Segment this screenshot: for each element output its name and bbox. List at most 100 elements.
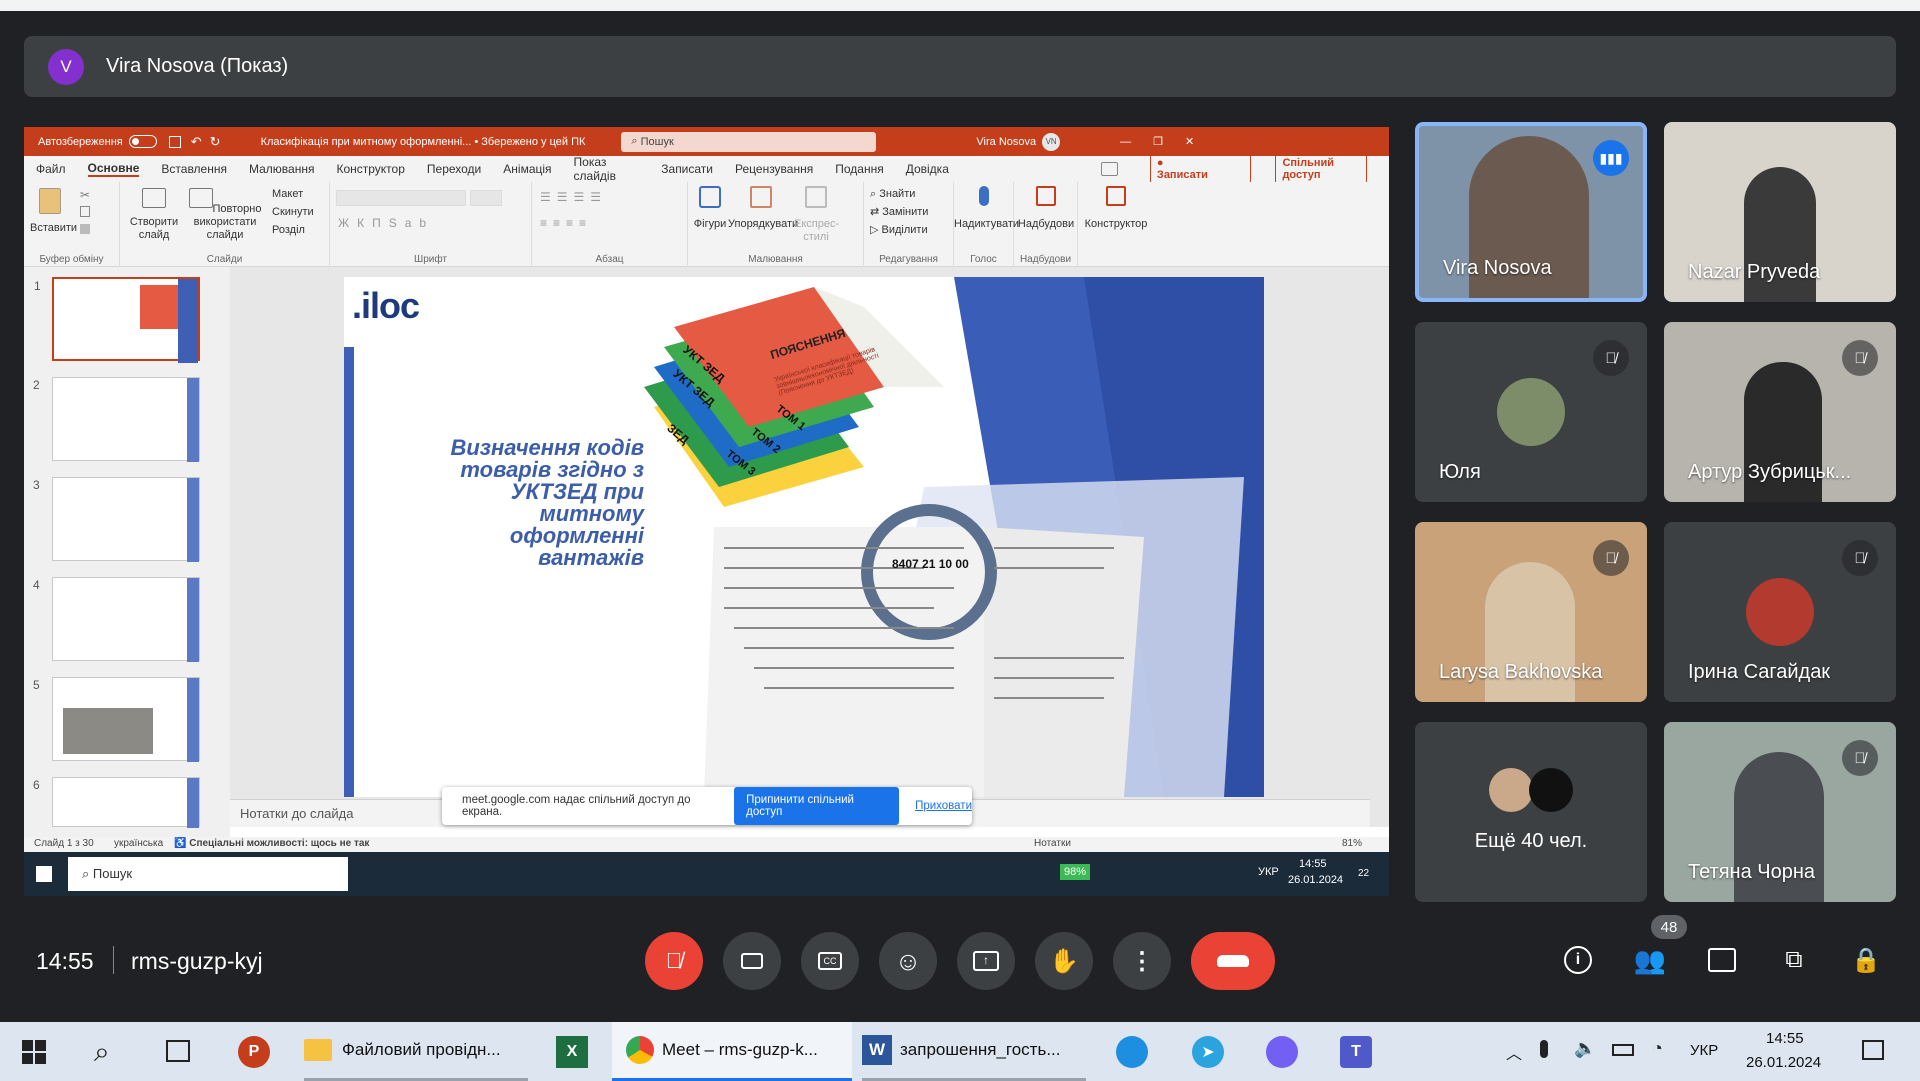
tile-vira-nosova[interactable]: ▮▮▮ Vira Nosova [1415, 122, 1647, 302]
powerpoint-taskbar-icon[interactable]: P [238, 1036, 270, 1068]
menu-help[interactable]: Довідка [906, 162, 949, 176]
dictate-button[interactable]: Надиктувати [954, 186, 1019, 231]
task-view-icon[interactable] [166, 1040, 190, 1062]
redo-icon[interactable]: ↻ [210, 134, 221, 150]
paste-button[interactable]: Вставити [30, 188, 77, 235]
record-button[interactable]: ● Записати [1149, 154, 1252, 184]
tray-wifi-icon[interactable]: ◔ [1652, 1038, 1663, 1059]
menu-draw[interactable]: Малювання [249, 162, 314, 176]
menu-slideshow[interactable]: Показ слайдів [574, 155, 640, 183]
format-painter-icon[interactable] [80, 224, 90, 234]
shapes-button[interactable]: Фігури [690, 186, 730, 231]
people-button[interactable]: 👥 [1630, 940, 1670, 980]
thumbnail-2[interactable]: 2 [33, 377, 200, 462]
reset-button[interactable]: Скинути [272, 206, 314, 219]
accessibility-status[interactable]: ♿ Спеціальні можливості: щось не так [174, 838, 369, 849]
inner-battery[interactable]: 98% [1060, 864, 1091, 880]
chat-button[interactable] [1702, 940, 1742, 980]
activities-button[interactable]: ⧉ [1774, 940, 1814, 980]
thumbnail-4[interactable]: 4 [33, 577, 200, 662]
close-icon[interactable]: ✕ [1185, 135, 1194, 148]
inner-lang[interactable]: УКР [1258, 866, 1279, 878]
inner-search-box[interactable]: ⌕ Пошук [68, 857, 348, 891]
action-center-icon[interactable] [1862, 1040, 1884, 1060]
host-controls-button[interactable]: 🔒 [1846, 940, 1886, 980]
autosave-toggle[interactable] [128, 135, 157, 148]
cut-icon[interactable]: ✂ [80, 188, 90, 202]
list-icons[interactable]: ☰☰☰☰ [540, 190, 607, 204]
menu-design[interactable]: Конструктор [336, 162, 404, 176]
zoom-level[interactable]: 81% [1342, 838, 1362, 849]
menu-review[interactable]: Рецензування [735, 162, 813, 176]
align-icons[interactable]: ≡≡≡≡ [540, 216, 592, 230]
undo-icon[interactable]: ↶ [191, 134, 202, 150]
font-format-row[interactable]: ЖКПSab [338, 216, 434, 230]
minimize-icon[interactable]: — [1120, 136, 1131, 148]
stop-sharing-button[interactable]: Припинити спільний доступ [734, 787, 900, 825]
edge-taskbar-icon[interactable] [1116, 1036, 1148, 1068]
thumbnail-6[interactable]: 6 [33, 777, 200, 828]
tile-artur[interactable]: 🎙̸ Артур Зубрицьк... [1664, 322, 1896, 502]
tile-tetiana[interactable]: 🎙̸ Тетяна Чорна [1664, 722, 1896, 902]
leave-call-button[interactable] [1191, 932, 1275, 990]
new-slide-button[interactable]: Створити слайд [126, 188, 182, 242]
language-status[interactable]: українська [114, 838, 163, 849]
find-button[interactable]: ⌕ Знайти [870, 188, 915, 201]
raise-hand-button[interactable]: ✋ [1035, 932, 1093, 990]
tile-more-participants[interactable]: Ещё 40 чел. [1415, 722, 1647, 902]
tile-nazar-pryveda[interactable]: Nazar Pryveda [1664, 122, 1896, 302]
current-slide[interactable]: .iloc Визначення кодів товарів згідно з УК… [344, 277, 1264, 797]
more-options-button[interactable]: ⋮ [1113, 932, 1171, 990]
addins-button[interactable]: Надбудови [1014, 186, 1078, 231]
thumbnail-1[interactable]: 1 [34, 277, 200, 363]
share-button[interactable]: Спільний доступ [1275, 154, 1367, 184]
tray-language[interactable]: УКР [1690, 1042, 1718, 1059]
tray-volume-icon[interactable]: 🔈 [1574, 1038, 1596, 1059]
select-button[interactable]: ▷ Виділити [870, 224, 928, 237]
quick-styles-button[interactable]: Експрес-стилі [794, 186, 839, 244]
restore-icon[interactable]: ❐ [1153, 135, 1163, 148]
inner-notifications[interactable]: 22 [1358, 868, 1369, 879]
tray-mic-icon[interactable] [1540, 1040, 1548, 1058]
thumbnail-5[interactable]: 5 [33, 677, 200, 762]
excel-taskbar-icon[interactable]: X [556, 1036, 588, 1068]
menu-view[interactable]: Подання [835, 162, 883, 176]
camera-toggle-button[interactable] [723, 932, 781, 990]
taskbar-word[interactable]: Wзапрошення_гость... [862, 1022, 1086, 1081]
designer-button[interactable]: Конструктор [1078, 186, 1154, 231]
section-button[interactable]: Розділ [272, 224, 305, 237]
telegram-taskbar-icon[interactable]: ➤ [1192, 1036, 1224, 1068]
ppt-search-box[interactable]: ⌕ Пошук [621, 131, 877, 152]
menu-transitions[interactable]: Переходи [427, 162, 481, 176]
taskbar-chrome-meet[interactable]: Meet – rms-guzp-k... [612, 1022, 852, 1081]
arrange-button[interactable]: Упорядкувати [728, 186, 798, 231]
search-icon[interactable]: ⌕ [94, 1036, 110, 1069]
viber-taskbar-icon[interactable] [1266, 1036, 1298, 1068]
tray-battery-icon[interactable] [1612, 1044, 1634, 1056]
replace-button[interactable]: ⇄ Замінити [870, 206, 928, 219]
captions-button[interactable]: CC [801, 932, 859, 990]
reactions-button[interactable]: ☺ [879, 932, 937, 990]
tile-iryna[interactable]: 🎙̸ Ірина Сагайдак [1664, 522, 1896, 702]
font-size-select[interactable] [470, 190, 502, 206]
font-family-select[interactable] [336, 190, 466, 206]
menu-file[interactable]: Файл [36, 162, 66, 176]
copy-icon[interactable] [80, 206, 90, 217]
hide-toast-link[interactable]: Приховати [915, 800, 972, 812]
teams-taskbar-icon[interactable]: T [1340, 1036, 1372, 1068]
start-icon[interactable] [22, 1040, 46, 1064]
layout-button[interactable]: Макет [272, 188, 303, 201]
tile-yulia[interactable]: 🎙̸ Юля [1415, 322, 1647, 502]
save-icon[interactable] [168, 135, 181, 148]
present-button[interactable]: ↑ [957, 932, 1015, 990]
menu-home[interactable]: Основне [87, 161, 140, 177]
meeting-details-button[interactable]: i [1558, 940, 1598, 980]
taskbar-explorer[interactable]: Файловий провідн... [304, 1022, 528, 1081]
notes-toggle[interactable]: Нотатки [1034, 838, 1071, 849]
ppt-user-avatar[interactable]: VN [1042, 132, 1061, 151]
inner-start-icon[interactable] [36, 866, 52, 882]
tray-chevron-icon[interactable]: ︿ [1506, 1040, 1522, 1064]
menu-animation[interactable]: Анімація [503, 162, 551, 176]
menu-insert[interactable]: Вставлення [161, 162, 227, 176]
mic-toggle-button[interactable]: 🎙̸ [645, 932, 703, 990]
